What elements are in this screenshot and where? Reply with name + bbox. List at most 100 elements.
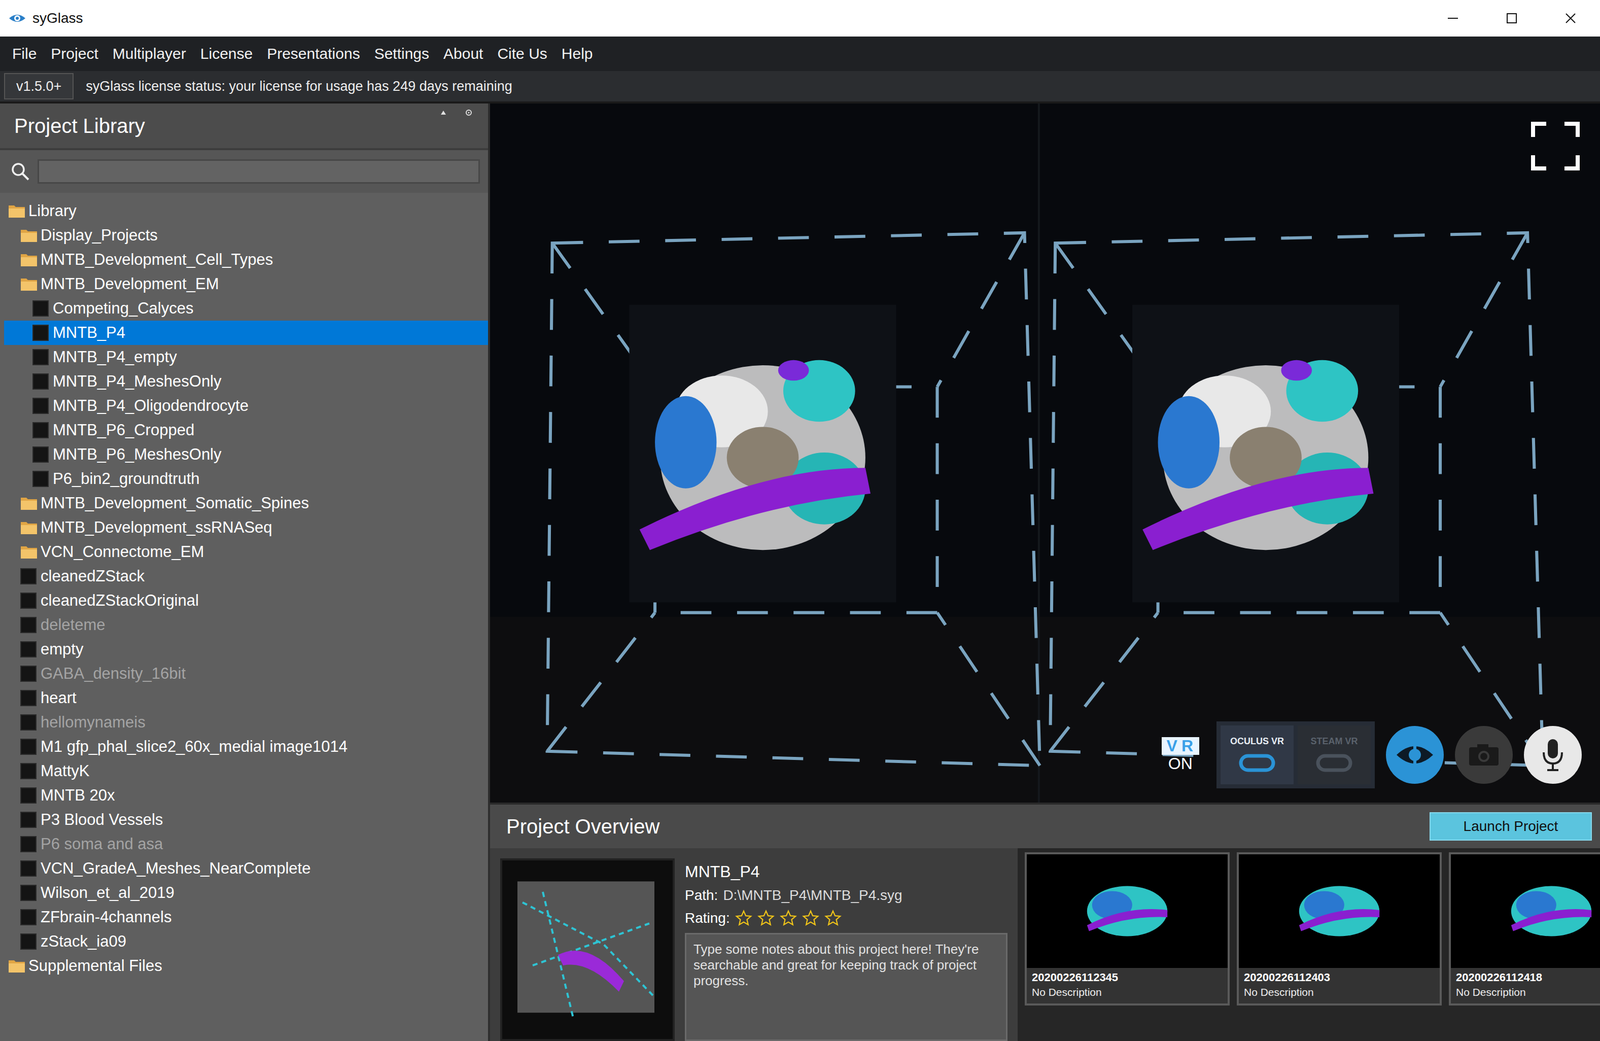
- snapshot-card[interactable]: 20200226112418No Description: [1448, 852, 1600, 1006]
- folder-item[interactable]: MNTB_Development_EM: [4, 271, 489, 297]
- vr-label: VR: [1161, 737, 1200, 755]
- menu-item[interactable]: Multiplayer: [105, 45, 194, 63]
- folder-icon: [20, 227, 38, 243]
- folder-item[interactable]: VCN_Connectome_EM: [4, 539, 489, 565]
- fullscreen-button[interactable]: [1531, 121, 1580, 171]
- menu-item[interactable]: About: [436, 45, 491, 63]
- microphone-icon: [1540, 737, 1566, 773]
- headset-button[interactable]: STEAM VR: [1297, 725, 1371, 785]
- project-item[interactable]: cleanedZStack: [4, 564, 489, 589]
- project-thumbnail-icon: [20, 787, 37, 804]
- project-thumbnail-icon: [20, 616, 37, 634]
- star-icon[interactable]: [824, 909, 842, 927]
- project-item[interactable]: empty: [4, 637, 489, 662]
- snapshot-card[interactable]: 20200226112345No Description: [1024, 852, 1230, 1006]
- project-item[interactable]: M1 gfp_phal_slice2_60x_medial image1014: [4, 734, 489, 759]
- menu-item[interactable]: Cite Us: [490, 45, 554, 63]
- project-item[interactable]: Competing_Calyces: [4, 296, 489, 321]
- snapshot-image: [1238, 854, 1440, 968]
- project-thumbnail-icon: [20, 933, 37, 950]
- menu-item[interactable]: Project: [43, 45, 106, 63]
- overview-body: MNTB_P4Path:D:\MNTB_P4\MNTB_P4.sygRating…: [490, 848, 1600, 1041]
- eye-button[interactable]: [1385, 725, 1444, 784]
- folder-icon: [20, 276, 38, 292]
- vr-state: ON: [1168, 754, 1193, 773]
- folder-item[interactable]: Supplemental Files: [4, 953, 489, 979]
- project-thumbnail-icon: [20, 592, 37, 609]
- project-item[interactable]: MNTB_P6_Cropped: [4, 418, 489, 443]
- menu-item[interactable]: Settings: [367, 45, 437, 63]
- folder-item[interactable]: MNTB_Development_ssRNASeq: [4, 515, 489, 540]
- project-item[interactable]: P6 soma and asa: [4, 831, 489, 857]
- project-notes[interactable]: Type some notes about this project here!…: [684, 932, 1008, 1041]
- project-item[interactable]: hellomynameis: [4, 710, 489, 735]
- star-icon[interactable]: [735, 909, 753, 927]
- project-item[interactable]: P6_bin2_groundtruth: [4, 466, 489, 492]
- vr-toggle[interactable]: VRON: [1155, 737, 1206, 773]
- stereo-pane: [547, 232, 1040, 766]
- snapshot-render: [1238, 854, 1440, 968]
- project-item[interactable]: deleteme: [4, 612, 489, 638]
- menu-item[interactable]: File: [5, 45, 44, 63]
- menu-item[interactable]: Help: [554, 45, 601, 63]
- maximize-button[interactable]: [1482, 0, 1542, 37]
- mesh-render: [1142, 360, 1374, 550]
- project-thumbnail-icon: [20, 836, 37, 853]
- project-thumbnail-icon: [20, 714, 37, 731]
- folder-item[interactable]: Display_Projects: [4, 223, 489, 248]
- collapse-icon[interactable]: [439, 108, 448, 117]
- version-badge: v1.5.0+: [4, 73, 74, 100]
- project-thumbnail-icon: [20, 738, 37, 755]
- project-thumbnail-icon: [20, 641, 37, 658]
- folder-item[interactable]: MNTB_Development_Somatic_Spines: [4, 491, 489, 516]
- folder-icon: [20, 252, 38, 268]
- snapshot-time: 20200226112418: [1455, 970, 1600, 985]
- microphone-button[interactable]: [1523, 725, 1582, 784]
- launch-project-button[interactable]: Launch Project: [1429, 812, 1592, 841]
- menu-item[interactable]: Presentations: [259, 45, 367, 63]
- star-icon[interactable]: [779, 909, 797, 927]
- folder-item[interactable]: MNTB_Development_Cell_Types: [4, 247, 489, 272]
- project-thumbnail-icon: [32, 349, 49, 366]
- project-item[interactable]: Wilson_et_al_2019: [4, 880, 489, 906]
- star-icon[interactable]: [757, 909, 775, 927]
- project-name: MNTB_P4: [684, 862, 1008, 882]
- project-item[interactable]: MattyK: [4, 758, 489, 784]
- status-bar: v1.5.0+syGlass license status: your lice…: [0, 71, 1600, 104]
- folder-icon: [20, 544, 38, 560]
- right-area: VRON OCULUS VRSTEAM VR Project OverviewLau…: [490, 103, 1600, 1041]
- settings-icon[interactable]: [464, 108, 473, 117]
- project-item[interactable]: VCN_GradeA_Meshes_NearComplete: [4, 856, 489, 881]
- project-item[interactable]: ZFbrain-4channels: [4, 905, 489, 930]
- search-field[interactable]: [37, 159, 480, 184]
- folder-item[interactable]: Library: [4, 198, 489, 224]
- close-button[interactable]: [1541, 0, 1600, 37]
- camera-icon: [1467, 742, 1501, 768]
- project-item[interactable]: zStack_ia09: [4, 929, 489, 954]
- screenshot-button[interactable]: [1454, 725, 1513, 784]
- project-item[interactable]: MNTB_P4_MeshesOnly: [4, 369, 489, 394]
- project-item[interactable]: cleanedZStackOriginal: [4, 588, 489, 613]
- project-item[interactable]: MNTB_P4_empty: [4, 344, 489, 370]
- project-item[interactable]: MNTB_P4_Oligodendrocyte: [4, 393, 489, 419]
- project-item[interactable]: GABA_density_16bit: [4, 661, 489, 686]
- project-item[interactable]: P3 Blood Vessels: [4, 807, 489, 832]
- snapshot-card[interactable]: 20200226112403No Description: [1236, 852, 1442, 1006]
- star-icon[interactable]: [802, 909, 820, 927]
- project-item[interactable]: MNTB 20x: [4, 783, 489, 808]
- project-item[interactable]: MNTB_P6_MeshesOnly: [4, 442, 489, 467]
- minimize-button[interactable]: [1423, 0, 1483, 37]
- project-thumbnail-icon: [20, 811, 37, 828]
- menu-item[interactable]: License: [193, 45, 260, 63]
- overview-header: Project OverviewLaunch Project: [490, 804, 1600, 849]
- eye-icon: [1394, 739, 1436, 771]
- headset-button[interactable]: OCULUS VR: [1220, 725, 1294, 785]
- render-viewport[interactable]: VRON OCULUS VRSTEAM VR: [490, 103, 1600, 803]
- title-bar: syGlass: [0, 0, 1600, 37]
- snapshot-render: [1450, 854, 1600, 968]
- project-item[interactable]: MNTB_P4: [4, 320, 489, 345]
- folder-icon: [8, 958, 26, 974]
- project-item[interactable]: heart: [4, 685, 489, 711]
- project-path: D:\MNTB_P4\MNTB_P4.syg: [722, 887, 902, 904]
- project-thumbnail-icon: [32, 373, 49, 390]
